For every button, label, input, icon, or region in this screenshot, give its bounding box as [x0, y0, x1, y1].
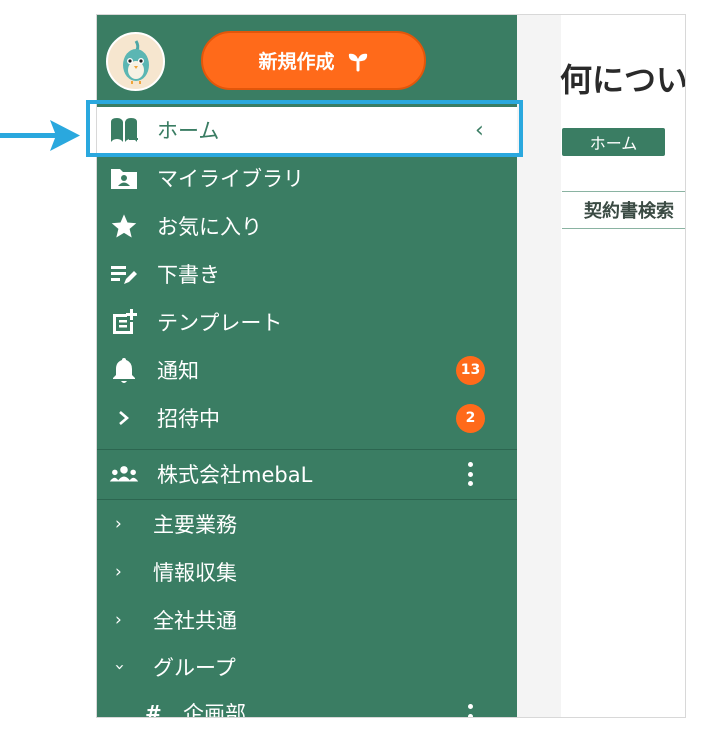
user-avatar[interactable] — [106, 32, 165, 91]
bird-mascot-icon — [122, 39, 149, 84]
folder-item-info-gathering[interactable]: › 情報収集 — [97, 550, 517, 594]
folder-person-icon — [109, 163, 139, 193]
new-create-button[interactable]: 新規作成 — [201, 31, 426, 90]
bell-icon — [109, 355, 139, 385]
nav-item-label: 下書き — [157, 263, 220, 287]
group-item-label: 企画部 — [183, 702, 246, 717]
nav-item-notifications[interactable]: 通知 13 — [97, 347, 517, 393]
nav-item-my-library[interactable]: マイライブラリ — [97, 155, 517, 201]
chevron-down-icon: › — [109, 663, 130, 671]
organization-header[interactable]: 株式会社mebaL — [97, 451, 517, 497]
main-content: 何につい ホーム 契約書検索 — [517, 15, 685, 717]
nav-item-label: お気に入り — [157, 215, 262, 239]
star-icon — [109, 211, 139, 241]
hash-icon: # — [145, 701, 162, 717]
main-left-gutter — [517, 15, 561, 717]
page-title: 何につい — [560, 61, 685, 99]
folder-item-company-common[interactable]: › 全社共通 — [97, 598, 517, 642]
folder-item-label: 主要業務 — [153, 513, 237, 537]
highlight-box — [86, 100, 523, 157]
invitation-count-badge: 2 — [456, 403, 485, 433]
nav-item-label: 通知 — [157, 359, 199, 383]
chevron-right-icon: › — [115, 610, 122, 630]
folder-item-label: グループ — [153, 656, 236, 680]
nav-item-drafts[interactable]: 下書き — [97, 251, 517, 297]
draft-pen-icon — [109, 259, 139, 289]
nav-item-label: テンプレート — [157, 311, 283, 335]
chevron-right-icon: › — [115, 562, 122, 582]
group-menu-icon[interactable] — [461, 701, 479, 717]
organization-menu-icon[interactable] — [461, 459, 479, 489]
nav-item-favorites[interactable]: お気に入り — [97, 203, 517, 249]
group-item-planning[interactable]: # 企画部 — [97, 691, 517, 717]
folder-item-main-business[interactable]: › 主要業務 — [97, 502, 517, 546]
breadcrumb[interactable]: ホーム — [562, 128, 665, 156]
divider — [97, 499, 517, 500]
contract-search-label: 契約書検索 — [584, 201, 674, 222]
organization-name: 株式会社mebaL — [157, 463, 313, 487]
folder-item-groups[interactable]: › グループ — [97, 645, 517, 689]
new-create-label: 新規作成 — [258, 51, 335, 73]
nav-item-invitations[interactable]: 招待中 2 — [97, 395, 517, 441]
chevron-right-icon: › — [115, 514, 122, 534]
group-people-icon — [109, 459, 139, 489]
nav-item-label: 招待中 — [157, 407, 220, 431]
chevron-right-icon — [109, 403, 139, 433]
contract-search-tab[interactable]: 契約書検索 — [562, 191, 685, 229]
folder-item-label: 全社共通 — [153, 609, 237, 633]
folder-item-label: 情報収集 — [153, 561, 237, 585]
notification-count-badge: 13 — [456, 355, 485, 385]
sprout-icon — [348, 53, 367, 71]
divider — [97, 449, 517, 450]
template-add-icon — [109, 307, 139, 337]
pointer-arrow-icon — [0, 120, 80, 151]
nav-item-templates[interactable]: テンプレート — [97, 299, 517, 345]
nav-item-label: マイライブラリ — [157, 167, 304, 191]
